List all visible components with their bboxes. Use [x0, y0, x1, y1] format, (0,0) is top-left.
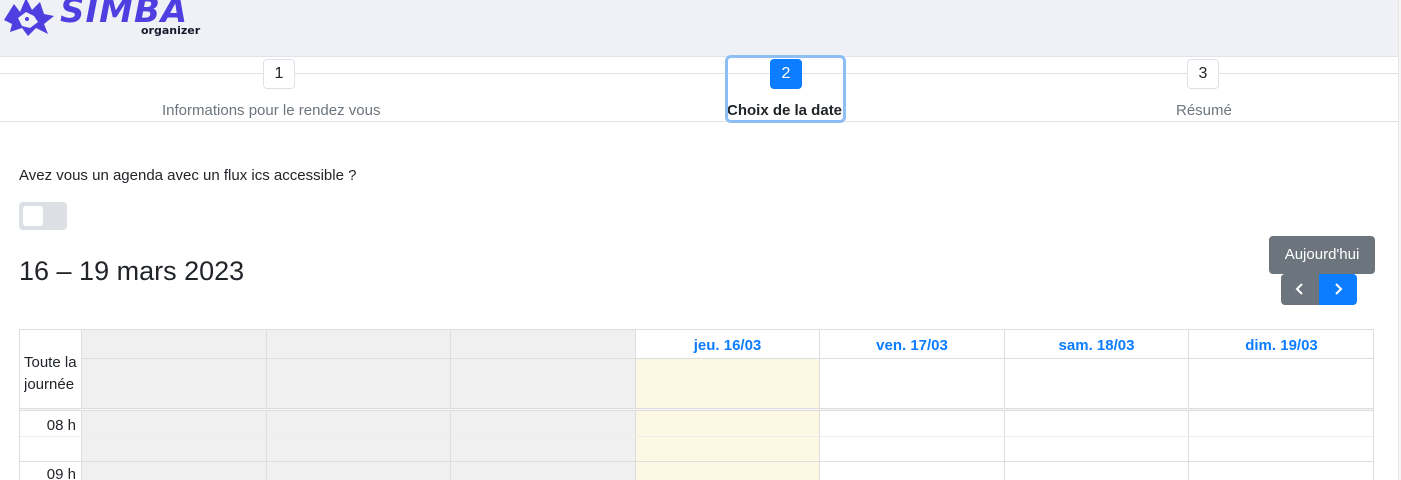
day-header [451, 330, 635, 359]
day-column[interactable]: sam. 18/03 [1004, 330, 1188, 480]
simba-logo[interactable]: SIMBA organizer [0, 0, 210, 42]
step-informations[interactable]: 1 Informations pour le rendez vous [0, 57, 558, 122]
step-label: Résumé [1176, 102, 1232, 119]
step-number: 1 [263, 59, 295, 89]
stepper: 1 Informations pour le rendez vous 2 Cho… [0, 57, 1398, 122]
day-column[interactable] [266, 330, 450, 480]
hour-label: 08 h [46, 417, 76, 434]
lion-logo-icon [4, 0, 54, 36]
day-header[interactable]: dim. 19/03 [1189, 330, 1373, 359]
active-step-focus-ring [725, 55, 846, 123]
day-column[interactable]: ven. 17/03 [819, 330, 1004, 480]
day-header[interactable]: ven. 17/03 [820, 330, 1004, 359]
chevron-left-icon [1295, 283, 1303, 295]
day-column[interactable] [450, 330, 635, 480]
today-button[interactable]: Aujourd'hui [1269, 236, 1375, 274]
day-header[interactable]: sam. 18/03 [1005, 330, 1188, 359]
hour-label: 09 h [46, 466, 76, 480]
half-hour-line [20, 436, 1373, 437]
step-number: 3 [1187, 59, 1219, 89]
ics-question-label: Avez vous un agenda avec un flux ics acc… [19, 167, 357, 184]
step-resume[interactable]: 3 Résumé [1150, 57, 1260, 122]
hour-line [20, 461, 1373, 462]
calendar-title: 16 – 19 mars 2023 [19, 256, 245, 286]
day-column[interactable]: dim. 19/03 [1188, 330, 1373, 480]
ics-toggle[interactable] [19, 202, 67, 230]
calendar-week-grid: jeu. 16/03 ven. 17/03 sam. 18/03 dim. 19… [19, 329, 1374, 480]
toggle-knob [23, 206, 43, 226]
next-week-button[interactable] [1319, 274, 1357, 305]
brand-subtitle: organizer [141, 24, 201, 37]
all-day-divider [20, 408, 1373, 411]
step-label: Informations pour le rendez vous [162, 102, 381, 119]
day-header [82, 330, 266, 359]
day-column[interactable] [81, 330, 266, 480]
prev-week-button[interactable] [1281, 274, 1319, 305]
day-header [267, 330, 450, 359]
day-header[interactable]: jeu. 16/03 [636, 330, 819, 359]
all-day-label: Toute la journée [24, 354, 77, 393]
chevron-right-icon [1335, 283, 1343, 295]
day-column-today[interactable]: jeu. 16/03 [635, 330, 819, 480]
header-bar: SIMBA organizer [0, 0, 1398, 57]
